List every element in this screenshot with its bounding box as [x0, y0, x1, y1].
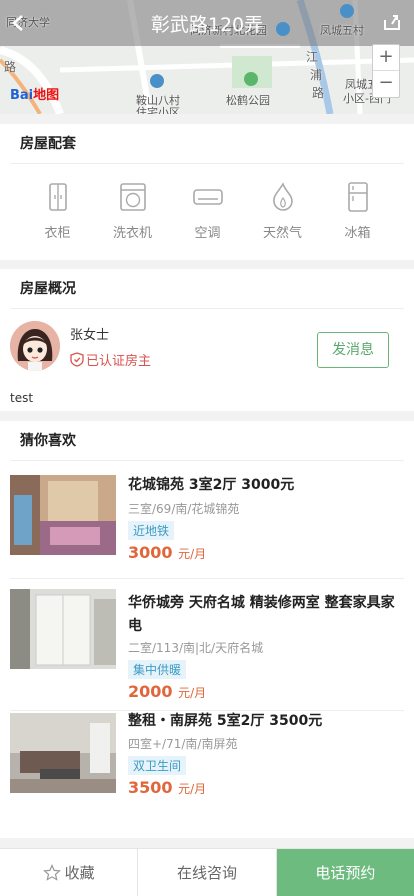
listing-photo[interactable] [10, 475, 116, 555]
send-message-button[interactable]: 发消息 [317, 332, 389, 368]
baidu-map-logo: Bai地图 [10, 84, 59, 103]
favorite-label: 收藏 [64, 863, 95, 882]
listing-title[interactable]: 华侨城旁 天府名城 精装修两室 整套家具家电 [128, 592, 398, 638]
section-title: 房屋配套 [10, 124, 404, 164]
map-zoom-control: + − [372, 44, 400, 98]
phone-booking-button[interactable]: 电话预约 [276, 849, 414, 896]
fridge-icon [347, 182, 368, 212]
air-conditioner-icon [192, 189, 223, 205]
map-road-label: 路 [4, 60, 17, 74]
facility-label: 天然气 [262, 226, 302, 241]
listing-tag: 集中供暖 [128, 660, 187, 679]
map-view[interactable]: 同济大学 同济新村北花园 凤城五村 鞍山八村 住宅小区 松鹤公园 凤城五 小区-… [0, 0, 414, 114]
owner-name: 张女士 [70, 328, 110, 343]
map-label: 松鹤公园 [226, 94, 270, 107]
facility-label: 空调 [194, 226, 221, 241]
share-icon[interactable] [382, 12, 402, 32]
listing-tag: 近地铁 [128, 521, 175, 540]
listing-item[interactable]: 华侨城旁 天府名城 精装修两室 整套家具家电 二室/113/南|北/天府名城 集… [10, 579, 404, 711]
map-road-label: 江 [306, 50, 319, 64]
overview-section: 房屋概况 张女士 已认证房主 发消息 test [0, 269, 414, 411]
facility-label: 冰箱 [344, 226, 371, 241]
price-unit: 元/月 [178, 547, 207, 561]
cabinet-photo [10, 589, 116, 669]
park-marker-icon[interactable] [244, 72, 258, 86]
verified-label: 已认证房主 [86, 354, 152, 369]
section-title: 猜你喜欢 [10, 421, 404, 461]
house-description: test [10, 391, 34, 405]
facility-label: 洗衣机 [112, 226, 152, 241]
facility-list: 衣柜 洗衣机 空调 天然气 冰箱 [0, 164, 414, 241]
shield-check-icon [70, 352, 84, 367]
baidu-logo-text: Bai [10, 88, 34, 103]
facility-item: 空调 [170, 182, 245, 241]
washing-machine-icon [119, 183, 146, 211]
online-consult-button[interactable]: 在线咨询 [138, 849, 277, 896]
zoom-in-button[interactable]: + [373, 45, 399, 71]
listing-tag: 双卫生间 [128, 756, 187, 775]
facility-item: 洗衣机 [95, 182, 170, 241]
listing-title[interactable]: 整租・南屏苑 5室2厅 3500元 [128, 710, 398, 733]
map-label: 住宅小区 [136, 106, 180, 114]
facility-item: 衣柜 [20, 182, 95, 241]
verified-badge: 已认证房主 [70, 350, 151, 369]
bedroom-photo [10, 475, 116, 555]
listing-item[interactable]: 整租・南屏苑 5室2厅 3500元 四室+/71/南/南屏苑 双卫生间 3500… [10, 711, 404, 831]
favorite-button[interactable]: 收藏 [0, 849, 139, 896]
owner-card: 张女士 已认证房主 发消息 [0, 309, 414, 383]
listing-item[interactable]: 花城锦苑 3室2厅 3000元 三室/69/南/花城锦苑 近地铁 3000 元/… [10, 461, 404, 579]
baidu-logo-suffix: 地图 [33, 88, 60, 103]
bottom-action-bar: 收藏 在线咨询 电话预约 [0, 848, 414, 896]
listing-price: 2000 元/月 [128, 682, 206, 701]
poi-marker-icon[interactable] [150, 74, 164, 88]
section-title: 房屋概况 [10, 269, 404, 309]
listing-photo[interactable] [10, 713, 116, 793]
price-value: 2000 [128, 682, 173, 701]
wardrobe-icon [48, 183, 67, 211]
page: 同济大学 同济新村北花园 凤城五村 鞍山八村 住宅小区 松鹤公园 凤城五 小区-… [0, 0, 414, 896]
page-title: 彰武路120弄 [150, 14, 264, 36]
star-icon [42, 863, 61, 881]
listing-photo[interactable] [10, 589, 116, 669]
listing-meta: 三室/69/南/花城锦苑 [128, 502, 240, 516]
price-unit: 元/月 [178, 686, 207, 700]
price-unit: 元/月 [178, 782, 207, 796]
zoom-out-button[interactable]: − [373, 71, 399, 97]
gas-flame-icon [272, 182, 293, 211]
facility-label: 衣柜 [44, 226, 71, 241]
listing-meta: 二室/113/南|北/天府名城 [128, 641, 264, 655]
avatar[interactable] [10, 321, 60, 371]
living-room-photo [10, 713, 116, 793]
facility-item: 天然气 [245, 182, 320, 241]
listing-meta: 四室+/71/南/南屏苑 [128, 737, 238, 751]
facilities-section: 房屋配套 衣柜 洗衣机 空调 天然气 冰箱 [0, 124, 414, 260]
listing-title[interactable]: 花城锦苑 3室2厅 3000元 [128, 474, 398, 497]
listing-price: 3500 元/月 [128, 778, 206, 797]
avatar-illustration [10, 321, 60, 371]
map-road-label: 浦 [310, 68, 323, 82]
price-value: 3000 [128, 543, 173, 562]
recommend-section: 猜你喜欢 花城锦苑 3室2厅 3000元 三室/69/南/花城锦苑 近地铁 30… [0, 421, 414, 838]
facility-item: 冰箱 [320, 182, 395, 241]
map-road-label: 路 [312, 86, 325, 100]
price-value: 3500 [128, 778, 173, 797]
listing-price: 3000 元/月 [128, 543, 206, 562]
